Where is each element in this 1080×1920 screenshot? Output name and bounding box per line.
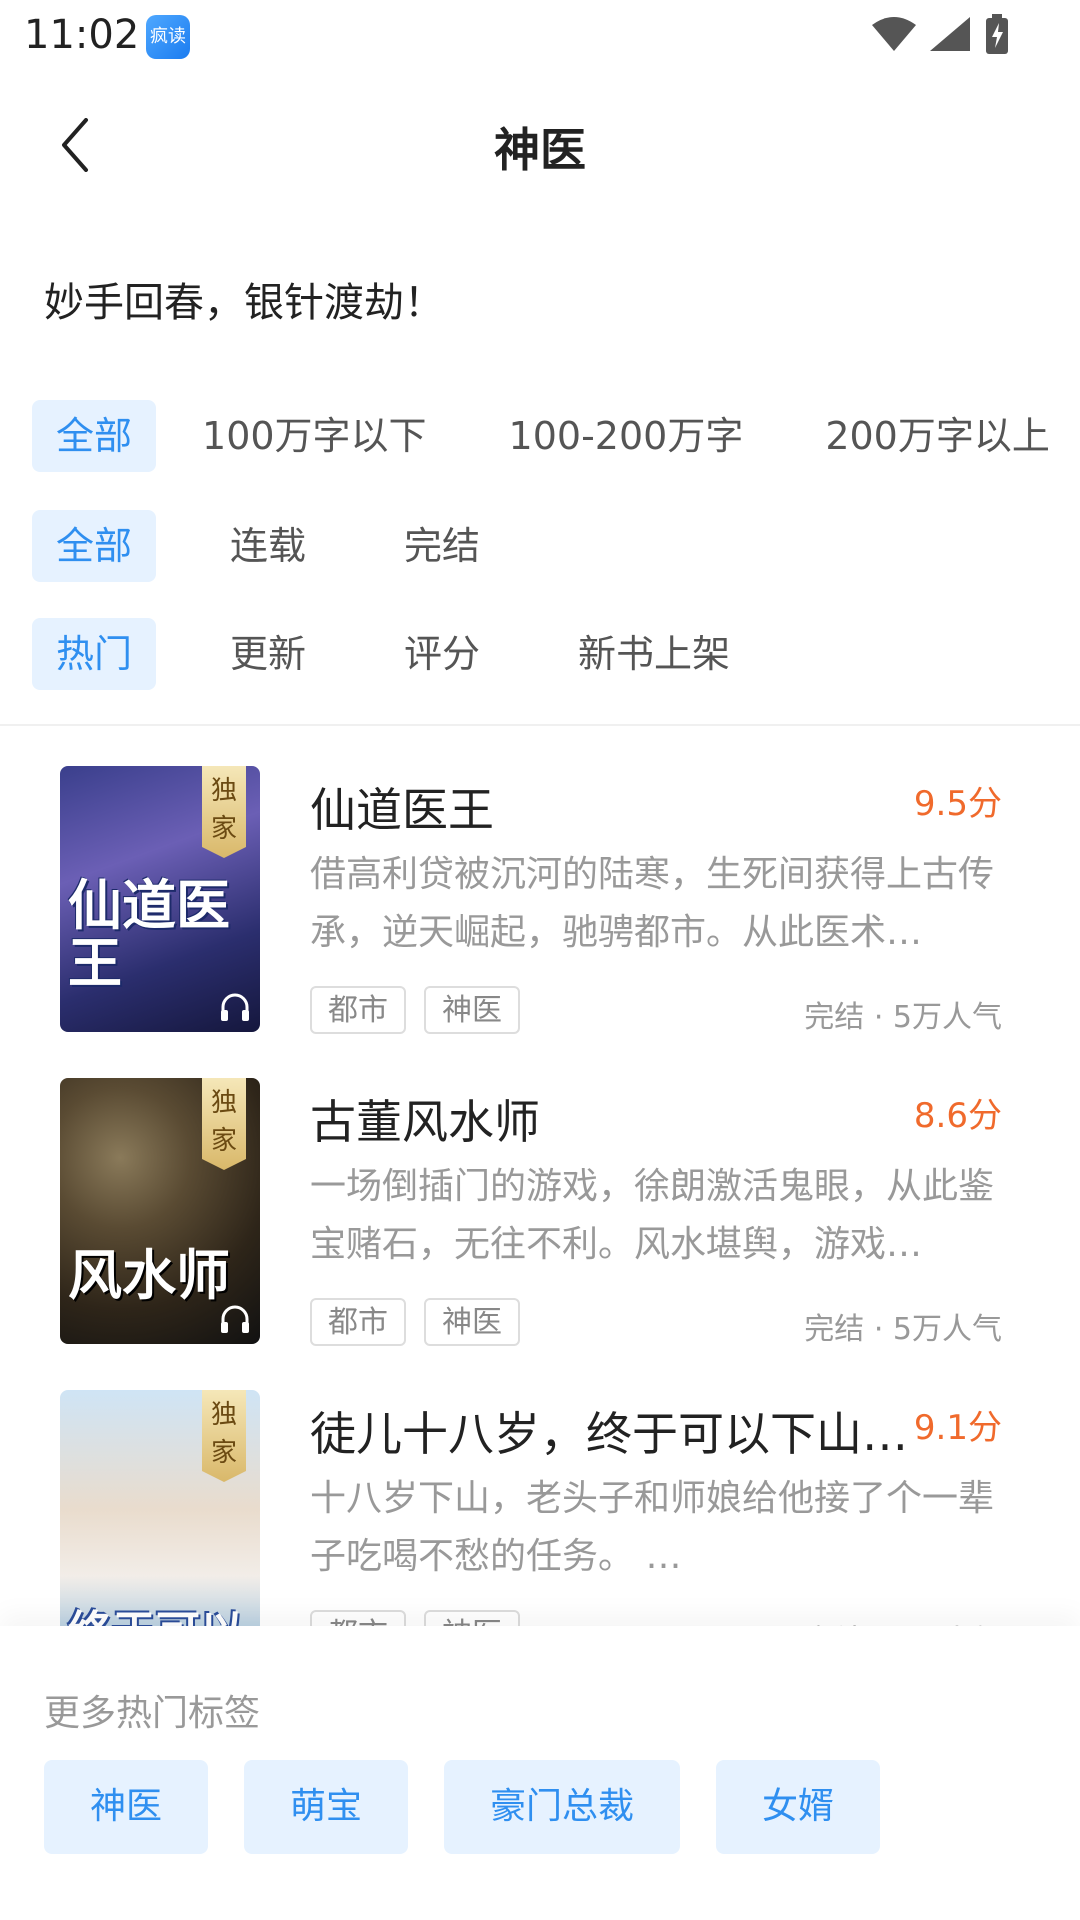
book-tags: 都市 神医	[310, 986, 520, 1034]
hot-tag-haomen-zongcai[interactable]: 豪门总裁	[444, 1760, 681, 1854]
filter-word-all[interactable]: 全部	[32, 400, 157, 472]
filter-word-over-200w[interactable]: 200万字以上	[801, 400, 1074, 472]
book-description: 十八岁下山，老头子和师娘给他接了个一辈子吃喝不愁的任务。 …	[310, 1478, 995, 1577]
book-cover[interactable]: 仙道医王 独家	[60, 766, 260, 1032]
filter-word-100-200w[interactable]: 100-200万字	[485, 400, 768, 472]
book-meta: 完结 · 5万人气	[804, 1000, 1002, 1035]
filter-status-serializing[interactable]: 连载	[206, 510, 330, 582]
book-list[interactable]: 仙道医王 独家 仙道医王 9.5分 借高利贷被沉河的陆寒，生死间获得上古传承，逆…	[0, 726, 1080, 1626]
book-score: 9.5分	[913, 784, 1002, 824]
filter-word-under-100w[interactable]: 100万字以下	[178, 400, 451, 472]
hot-tags: 神医 萌宝 豪门总裁 女婿	[44, 1760, 881, 1854]
status-icons	[872, 14, 1010, 54]
battery-icon	[986, 14, 1008, 54]
headphones-icon	[221, 993, 249, 1021]
cover-title: 终于可以	[68, 1604, 252, 1626]
book-tag[interactable]: 都市	[310, 986, 406, 1034]
slogan: 妙手回春，银针渡劫！	[44, 280, 444, 326]
book-cover[interactable]: 风水师 独家	[60, 1078, 260, 1344]
cover-title: 风水师	[68, 1243, 230, 1307]
book-tags: 都市 神医	[310, 1610, 520, 1626]
status-filter: 全部 连载 完结	[32, 510, 504, 582]
status-time: 11:02	[24, 12, 140, 58]
filter-status-completed[interactable]: 完结	[380, 510, 504, 582]
filter-status-all[interactable]: 全部	[32, 510, 157, 582]
word-count-filter: 全部 100万字以下 100-200万字 200万字以上	[32, 400, 1074, 472]
book-tag[interactable]: 神医	[424, 1298, 520, 1346]
book-item[interactable]: 仙道医王 独家 仙道医王 9.5分 借高利贷被沉河的陆寒，生死间获得上古传承，逆…	[0, 726, 1080, 1038]
book-score: 8.6分	[913, 1096, 1002, 1136]
book-cover[interactable]: 终于可以 独家	[60, 1390, 260, 1626]
book-tag[interactable]: 神医	[424, 986, 520, 1034]
book-meta: 完结 · 5万人气	[804, 1616, 1002, 1626]
book-tag[interactable]: 都市	[310, 1610, 406, 1626]
exclusive-badge: 独家	[202, 1390, 246, 1482]
hot-tag-shenyi[interactable]: 神医	[44, 1760, 209, 1854]
status-bar: 11:02 疯读	[0, 0, 1080, 72]
book-item[interactable]: 终于可以 独家 徒儿十八岁，终于可以下山… 9.1分 十八岁下山，老头子和师娘给…	[0, 1350, 1080, 1626]
header: 神医	[0, 96, 1080, 192]
book-score: 9.1分	[913, 1408, 1002, 1448]
book-title[interactable]: 徒儿十八岁，终于可以下山…	[310, 1398, 910, 1464]
signal-icon	[930, 17, 970, 51]
more-tags-heading: 更多热门标签	[44, 1693, 261, 1734]
exclusive-badge: 独家	[202, 1078, 246, 1170]
sort-new[interactable]: 新书上架	[554, 618, 754, 690]
hot-tag-mengbao[interactable]: 萌宝	[244, 1760, 409, 1854]
book-tag[interactable]: 神医	[424, 1610, 520, 1626]
exclusive-badge: 独家	[202, 766, 246, 858]
sort-rating[interactable]: 评分	[380, 618, 504, 690]
page-title: 神医	[494, 123, 586, 177]
book-title[interactable]: 古董风水师	[310, 1086, 910, 1152]
more-tags-panel: 更多热门标签 神医 萌宝 豪门总裁 女婿	[0, 1626, 1080, 1920]
sort-hot[interactable]: 热门	[32, 618, 157, 690]
book-tags: 都市 神医	[310, 1298, 520, 1346]
sort-filter: 热门 更新 评分 新书上架	[32, 618, 754, 690]
book-description: 一场倒插门的游戏，徐朗激活鬼眼，从此鉴宝赌石，无往不利。风水堪舆，游戏…	[310, 1166, 995, 1265]
wifi-icon	[872, 17, 916, 51]
cover-title: 仙道医王	[68, 873, 230, 995]
app-badge-icon: 疯读	[146, 15, 190, 59]
sort-updated[interactable]: 更新	[206, 618, 330, 690]
headphones-icon	[221, 1305, 249, 1333]
book-tag[interactable]: 都市	[310, 1298, 406, 1346]
book-description: 借高利贷被沉河的陆寒，生死间获得上古传承，逆天崛起，驰骋都市。从此医术…	[310, 854, 995, 953]
book-title[interactable]: 仙道医王	[310, 774, 910, 840]
hot-tag-nvxu[interactable]: 女婿	[716, 1760, 881, 1854]
book-item[interactable]: 风水师 独家 古董风水师 8.6分 一场倒插门的游戏，徐朗激活鬼眼，从此鉴宝赌石…	[0, 1038, 1080, 1350]
book-meta: 完结 · 5万人气	[804, 1312, 1002, 1347]
